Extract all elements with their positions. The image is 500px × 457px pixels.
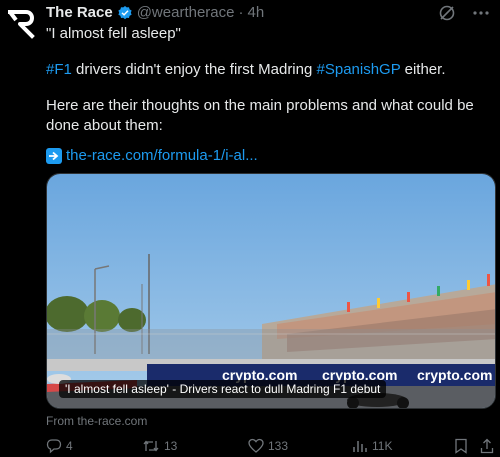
- link-preview-card[interactable]: crypto.com crypto.com crypto.com 'I almo…: [46, 173, 496, 409]
- the-race-logo-icon[interactable]: [6, 8, 38, 40]
- like-button[interactable]: 133: [248, 438, 288, 454]
- tweet-text-line3: Here are their thoughts on the main prob…: [46, 97, 474, 134]
- timestamp[interactable]: 4h: [247, 4, 264, 21]
- tweet-actions: 4 13 133 11K: [46, 438, 496, 456]
- bookmark-icon: [455, 438, 467, 454]
- repost-icon: [143, 440, 159, 452]
- reply-icon: [46, 439, 62, 454]
- card-image: crypto.com crypto.com crypto.com: [47, 174, 495, 408]
- tweet-text-end: either.: [400, 61, 446, 78]
- tweet-link-line: the-race.com/formula-1/i-al...: [46, 146, 258, 166]
- views-icon: [353, 441, 367, 452]
- share-button[interactable]: [480, 438, 494, 454]
- verified-badge-icon: [118, 5, 132, 19]
- tweet-text-mid: drivers didn't enjoy the first Madring: [71, 61, 317, 78]
- link-arrow-emoji-icon: [46, 148, 62, 164]
- author-name[interactable]: The Race: [46, 4, 113, 21]
- like-icon: [248, 438, 264, 453]
- views-button[interactable]: 11K: [352, 438, 392, 454]
- header-actions: [438, 4, 490, 22]
- reply-button[interactable]: 4: [46, 438, 73, 454]
- share-icon: [480, 438, 494, 454]
- views-count: 11K: [372, 439, 393, 453]
- card-source[interactable]: From the-race.com: [46, 414, 147, 428]
- card-caption: 'I almost fell asleep' - Drivers react t…: [59, 380, 387, 398]
- tweet[interactable]: The Race @weartherace · 4h "I almost fel…: [0, 0, 500, 457]
- bookmark-button[interactable]: [454, 438, 468, 454]
- more-icon[interactable]: [472, 4, 490, 22]
- separator-dot: ·: [238, 4, 244, 21]
- hashtag-f1[interactable]: #F1: [46, 61, 72, 78]
- like-count: 133: [268, 439, 289, 453]
- article-link[interactable]: the-race.com/formula-1/i-al...: [66, 146, 258, 166]
- tweet-text-line2: #F1 drivers didn't enjoy the first Madri…: [46, 60, 445, 80]
- reply-count: 4: [66, 439, 73, 453]
- repost-button[interactable]: 13: [142, 438, 177, 454]
- hashtag-spanishgp[interactable]: #SpanishGP: [317, 61, 401, 78]
- banner-text-3: crypto.com: [417, 367, 492, 383]
- repost-count: 13: [164, 439, 178, 453]
- author-handle[interactable]: @weartherace: [137, 4, 235, 21]
- tweet-text-line1: "I almost fell asleep": [46, 25, 181, 42]
- tweet-header: The Race @weartherace · 4h: [46, 4, 264, 21]
- grok-icon[interactable]: [438, 4, 456, 22]
